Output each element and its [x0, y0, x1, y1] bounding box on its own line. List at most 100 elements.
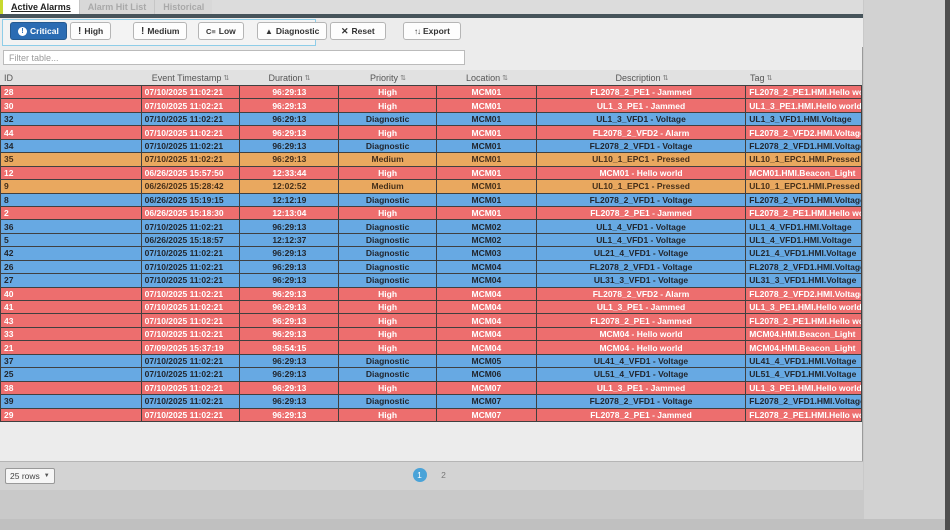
- table-row[interactable]: 2 06/26/2025 15:18:30 12:13:04 High MCM01 FL2…: [1, 206, 861, 221]
- low-priority-icon: C≡: [206, 26, 216, 36]
- sort-icon[interactable]: ⇅: [223, 74, 229, 82]
- high-filter-button[interactable]: ! High: [70, 22, 112, 40]
- tab-alarm-hit-list[interactable]: Alarm Hit List: [78, 0, 155, 14]
- reset-button-label: Reset: [351, 26, 375, 36]
- table-cell: 96:29:13: [240, 354, 340, 368]
- table-row[interactable]: 26 07/10/2025 11:02:21 96:29:13 Diagnostic M…: [1, 260, 861, 275]
- table-row[interactable]: 37 07/10/2025 11:02:21 96:29:13 Diagnostic M…: [1, 354, 861, 369]
- table-row[interactable]: 30 07/10/2025 11:02:21 96:29:13 High MCM01 UL…: [1, 99, 861, 113]
- table-cell: MCM02: [437, 220, 537, 233]
- table-header-row: ID Event Timestamp ⇅ Duration ⇅ Priority ⇅ Loca…: [0, 70, 862, 85]
- table-row[interactable]: 38 07/10/2025 11:02:21 96:29:13 High MCM07 UL…: [1, 381, 861, 396]
- table-row[interactable]: 5 06/26/2025 15:18:57 12:12:37 Diagnostic MC…: [1, 233, 861, 248]
- table-cell: 96:29:13: [240, 408, 340, 421]
- table-cell: UL31_3_VFD1 - Voltage: [537, 274, 747, 287]
- table-cell: MCM04.HMI.Beacon_Light: [749, 342, 856, 353]
- table-cell: 07/10/2025 11:02:21: [142, 301, 241, 314]
- table-cell: MCM02: [437, 233, 537, 247]
- window-scrollbar[interactable]: [945, 0, 950, 530]
- sort-icon[interactable]: ⇅: [305, 74, 311, 82]
- table-cell: UL1_4_VFD1 - Voltage: [537, 220, 747, 233]
- column-header-description[interactable]: Description ⇅: [537, 70, 747, 85]
- table-body: 28 07/10/2025 11:02:21 96:29:13 High MCM01 FL…: [0, 85, 862, 422]
- low-filter-button[interactable]: C≡ Low: [198, 22, 244, 40]
- table-cell: 35: [1, 153, 142, 166]
- table-cell: FL2078_2_VFD1 - Voltage: [537, 395, 747, 408]
- table-cell: 96:29:13: [240, 139, 340, 153]
- sort-icon[interactable]: ⇅: [767, 74, 773, 82]
- table-cell: High: [339, 86, 437, 99]
- column-header-tag[interactable]: Tag ⇅: [747, 70, 862, 85]
- table-row[interactable]: 32 07/10/2025 11:02:21 96:29:13 Diagnostic M…: [1, 112, 861, 127]
- table-row[interactable]: 39 07/10/2025 11:02:21 96:29:13 Diagnostic M…: [1, 395, 861, 409]
- table-cell: 5: [1, 233, 142, 247]
- table-cell: 8: [1, 193, 142, 206]
- table-row[interactable]: 36 07/10/2025 11:02:21 96:29:13 Diagnostic M…: [1, 220, 861, 234]
- exclamation-icon: !: [78, 25, 82, 37]
- table-cell: 07/10/2025 11:02:21: [142, 260, 241, 274]
- table-cell: FL2078_2_PE1 - Jammed: [537, 408, 747, 421]
- reset-button[interactable]: ✕ Reset: [330, 22, 386, 40]
- table-cell: 07/10/2025 11:02:21: [142, 287, 241, 300]
- table-row[interactable]: 40 07/10/2025 11:02:21 96:29:13 High MCM04 FL…: [1, 287, 861, 301]
- table-cell: MCM01: [437, 112, 537, 126]
- column-header-label: Duration: [268, 72, 303, 83]
- column-header-id: ID: [0, 70, 141, 85]
- table-cell: Diagnostic: [339, 274, 437, 287]
- table-row[interactable]: 34 07/10/2025 11:02:21 96:29:13 Diagnostic M…: [1, 139, 861, 154]
- diagnostic-filter-label: Diagnostic: [275, 26, 320, 36]
- table-row[interactable]: 35 07/10/2025 11:02:21 96:29:13 Medium MCM01…: [1, 153, 861, 167]
- table-cell: MCM04 - Hello world: [537, 327, 747, 341]
- tab-active-alarms[interactable]: Active Alarms: [3, 0, 79, 14]
- table-cell: Medium: [339, 180, 437, 193]
- column-header-location[interactable]: Location ⇅: [437, 70, 537, 85]
- table-cell: 07/10/2025 11:02:21: [142, 314, 241, 327]
- sort-icon[interactable]: ⇅: [502, 74, 508, 82]
- table-cell: Diagnostic: [339, 368, 437, 381]
- table-cell: FL2078_2_VFD1.HMI.Voltage: [749, 396, 861, 407]
- critical-filter-button[interactable]: ! Critical: [10, 22, 67, 40]
- table-row[interactable]: 27 07/10/2025 11:02:21 96:29:13 Diagnostic M…: [1, 274, 861, 288]
- table-cell: MCM01: [437, 139, 537, 153]
- table-cell: 29: [1, 408, 142, 421]
- table-cell: MCM06: [437, 368, 537, 381]
- table-cell: 07/10/2025 11:02:21: [142, 395, 241, 408]
- sort-icon[interactable]: ⇅: [400, 74, 406, 82]
- table-cell: UL1_3_PE1 - Jammed: [537, 381, 747, 395]
- close-icon: ✕: [341, 25, 349, 36]
- column-header-event-timestamp[interactable]: Event Timestamp ⇅: [141, 70, 240, 85]
- table-row[interactable]: 25 07/10/2025 11:02:21 96:29:13 Diagnostic M…: [1, 368, 861, 382]
- table-cell: Diagnostic: [339, 260, 437, 274]
- medium-filter-button[interactable]: ! Medium: [133, 22, 188, 40]
- column-header-priority[interactable]: Priority ⇅: [339, 70, 437, 85]
- table-row[interactable]: 42 07/10/2025 11:02:21 96:29:13 Diagnostic M…: [1, 247, 861, 261]
- table-row[interactable]: 8 06/26/2025 15:19:15 12:12:19 Diagnostic MC…: [1, 193, 861, 207]
- tab-historical[interactable]: Historical: [154, 0, 213, 14]
- table-cell: MCM01: [437, 153, 537, 166]
- table-cell: UL1_3_PE1.HMI.Hello world: [749, 302, 861, 313]
- export-button[interactable]: ↑↓ Export: [403, 22, 461, 40]
- table-row[interactable]: 21 07/09/2025 15:37:19 98:54:15 High MCM04 MC…: [1, 341, 861, 355]
- table-cell: FL2078_2_VFD2 - Alarm: [537, 287, 747, 300]
- table-row[interactable]: 9 06/26/2025 15:28:42 12:02:52 Medium MCM01 U…: [1, 180, 861, 194]
- table-cell: 33: [1, 327, 142, 341]
- table-row[interactable]: 43 07/10/2025 11:02:21 96:29:13 High MCM04 FL…: [1, 314, 861, 328]
- table-row[interactable]: 33 07/10/2025 11:02:21 96:29:13 High MCM04 MC…: [1, 327, 861, 342]
- page-button-2[interactable]: 2: [437, 468, 451, 482]
- table-row[interactable]: 12 06/26/2025 15:57:50 12:33:44 High MCM01 MC…: [1, 166, 861, 181]
- table-row[interactable]: 44 07/10/2025 11:02:21 96:29:13 High MCM01 FL…: [1, 126, 861, 140]
- table-row[interactable]: 28 07/10/2025 11:02:21 96:29:13 High MCM01 FL…: [1, 86, 861, 100]
- table-cell: 32: [1, 112, 142, 126]
- table-row[interactable]: 41 07/10/2025 11:02:21 96:29:13 High MCM04 UL…: [1, 301, 861, 315]
- table-cell: MCM07: [437, 381, 537, 395]
- column-header-label: ID: [4, 72, 13, 83]
- column-header-duration[interactable]: Duration ⇅: [240, 70, 339, 85]
- diagnostic-filter-button[interactable]: ▲ Diagnostic: [257, 22, 328, 40]
- exclamation-icon: !: [141, 25, 145, 37]
- table-row[interactable]: 29 07/10/2025 11:02:21 96:29:13 High MCM07 FL…: [1, 408, 861, 422]
- page-button-1[interactable]: 1: [412, 468, 427, 482]
- sort-icon[interactable]: ⇅: [663, 74, 669, 82]
- filter-table-input[interactable]: [3, 50, 465, 65]
- table-cell: 07/10/2025 11:02:21: [142, 126, 241, 139]
- pager: 12: [0, 468, 863, 482]
